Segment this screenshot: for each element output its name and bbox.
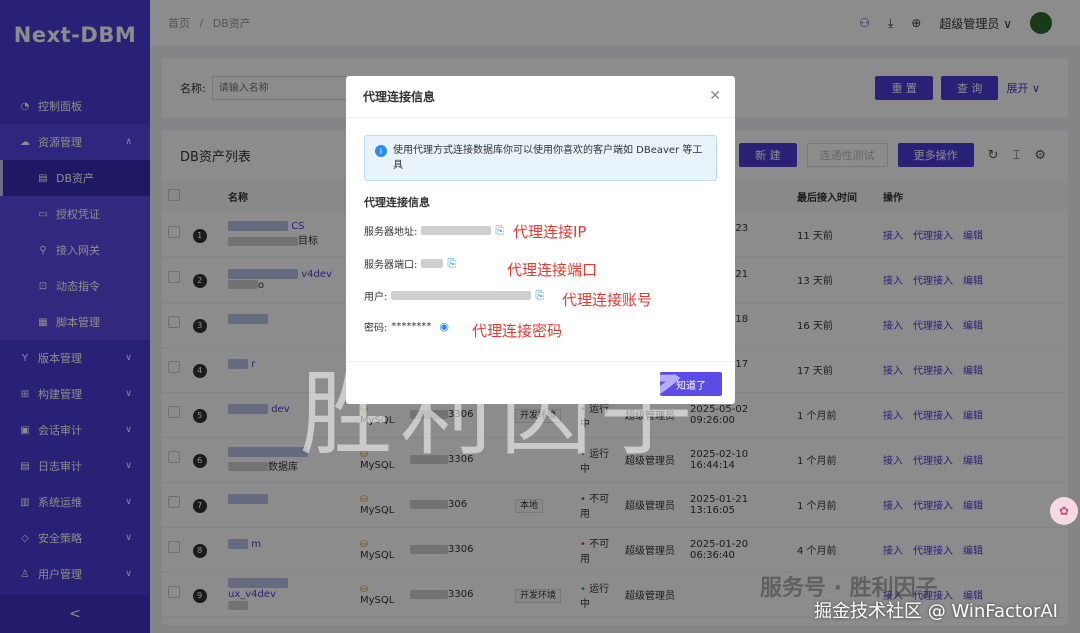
info-icon: i bbox=[375, 145, 387, 157]
server-address-label: 服务器地址: bbox=[364, 227, 418, 238]
copy-icon[interactable]: ⎘ bbox=[447, 257, 456, 271]
floating-helper-icon[interactable]: ✿ bbox=[1050, 497, 1078, 525]
annotation-password: 代理连接密码 bbox=[472, 322, 563, 340]
user-label: 用户: bbox=[364, 292, 388, 303]
info-text: 使用代理方式连接数据库你可以使用你喜欢的客户端如 DBeaver 等工具 bbox=[393, 145, 703, 171]
annotation-ip: 代理连接IP bbox=[513, 223, 587, 241]
password-label: 密码: bbox=[364, 323, 388, 334]
copy-icon[interactable]: ⎘ bbox=[535, 289, 544, 303]
user-value bbox=[391, 291, 532, 300]
copy-icon[interactable]: ⎘ bbox=[495, 224, 504, 238]
server-port-value bbox=[421, 259, 444, 268]
watermark-large: 胜利因子 bbox=[300, 361, 701, 468]
info-alert: i 使用代理方式连接数据库你可以使用你喜欢的客户端如 DBeaver 等工具 bbox=[364, 135, 717, 181]
annotation-account: 代理连接账号 bbox=[562, 291, 653, 309]
section-title: 代理连接信息 bbox=[364, 196, 430, 209]
eye-icon[interactable]: ◉ bbox=[439, 320, 449, 333]
annotation-port: 代理连接端口 bbox=[507, 261, 598, 279]
server-port-row: 服务器端口: ⎘ bbox=[364, 256, 456, 272]
server-address-value bbox=[421, 226, 492, 235]
password-value: ******** bbox=[391, 321, 432, 332]
modal-header: 代理连接信息 ✕ bbox=[346, 76, 735, 118]
server-port-label: 服务器端口: bbox=[364, 260, 418, 271]
watermark-juejin: 掘金技术社区 @ WinFactorAI bbox=[814, 601, 1058, 622]
user-row: 用户: ⎘ bbox=[364, 288, 544, 304]
modal-title: 代理连接信息 bbox=[363, 90, 436, 104]
close-icon[interactable]: ✕ bbox=[709, 88, 721, 104]
password-row: 密码: ******** ◉ bbox=[364, 319, 449, 334]
server-address-row: 服务器地址: ⎘ bbox=[364, 223, 504, 239]
